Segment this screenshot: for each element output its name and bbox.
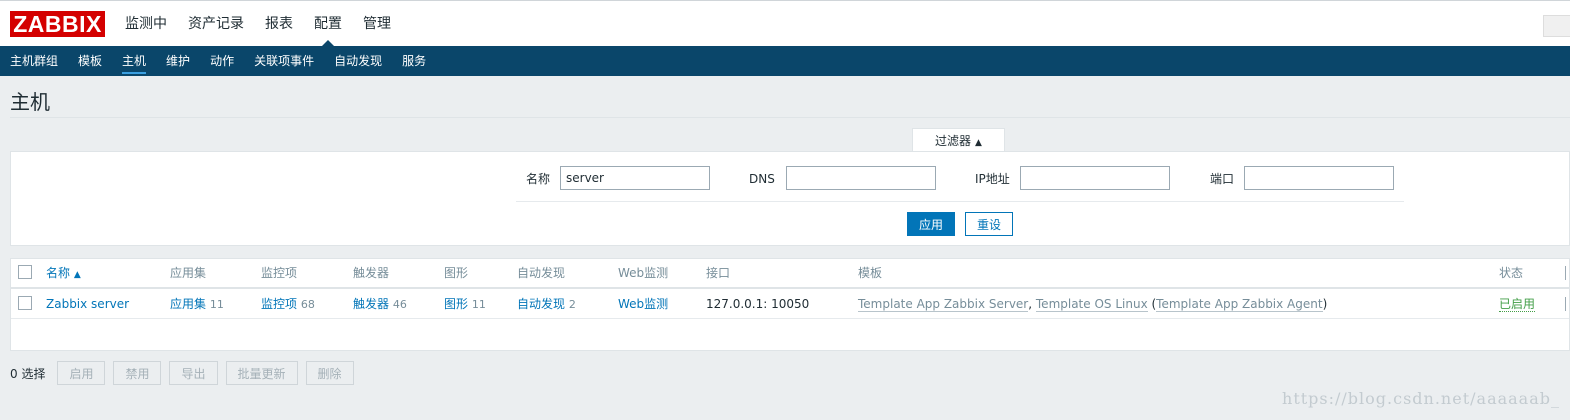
table-row: Zabbix server 应用集 11 监控项 68 触发器 46 图形 11…	[11, 289, 1569, 319]
menu-configuration[interactable]: 配置	[314, 1, 342, 47]
select-all-checkbox[interactable]	[18, 265, 32, 279]
host-name-link[interactable]: Zabbix server	[46, 297, 129, 311]
submenu-templates[interactable]: 模板	[68, 46, 112, 76]
column-graphs-header: 图形	[444, 266, 469, 280]
column-discovery-header: 自动发现	[517, 266, 566, 280]
template-separator: ,	[1028, 297, 1036, 311]
filter-dns-label: DNS	[749, 172, 775, 186]
filter-name-input[interactable]	[560, 166, 710, 190]
column-name-header[interactable]: 名称 ▲	[46, 266, 81, 282]
column-interface-header: 接口	[706, 266, 731, 280]
submenu-services[interactable]: 服务	[392, 46, 436, 76]
delete-button[interactable]: 删除	[305, 361, 354, 385]
disable-button[interactable]: 禁用	[113, 361, 162, 385]
watermark-text: https://blog.csdn.net/aaaaaab_	[1282, 389, 1560, 408]
filter-tab-label: 过滤器	[935, 134, 972, 148]
status-toggle-link[interactable]: 已启用	[1499, 297, 1536, 312]
sort-by-name-link[interactable]: 名称	[46, 266, 70, 280]
submenu-actions[interactable]: 动作	[200, 46, 244, 76]
filter-ip-input[interactable]	[1020, 166, 1170, 190]
filter-toggle-tab[interactable]: 过滤器 ▲	[912, 128, 1005, 152]
menu-monitoring[interactable]: 监测中	[125, 1, 167, 47]
cut-off-column-edge	[1565, 266, 1569, 280]
menu-inventory[interactable]: 资产记录	[188, 1, 244, 47]
submenu-host-groups[interactable]: 主机群组	[0, 46, 68, 76]
title-divider	[10, 117, 1570, 118]
reset-button[interactable]: 重设	[965, 212, 1013, 236]
submenu-hosts[interactable]: 主机	[112, 46, 156, 76]
discovery-link[interactable]: 自动发现	[517, 297, 565, 311]
search-box-edge[interactable]	[1543, 15, 1570, 37]
menu-administration[interactable]: 管理	[363, 1, 391, 47]
discovery-count: 2	[568, 298, 576, 311]
items-link[interactable]: 监控项	[261, 297, 297, 311]
menu-reports[interactable]: 报表	[265, 1, 293, 47]
top-header: ZABBIX 监测中 资产记录 报表 配置 管理	[0, 0, 1570, 47]
column-templates-header: 模板	[858, 266, 883, 280]
submenu-event-correlation[interactable]: 关联项事件	[244, 46, 324, 76]
mass-action-bar: 0 选择 启用 禁用 导出 批量更新 删除	[10, 361, 362, 385]
hosts-table: 名称 ▲ 应用集 监控项 触发器 图形 自动发现 Web监测 接口 模板 状态 …	[10, 258, 1570, 351]
graphs-count: 11	[471, 298, 486, 311]
template-paren-close: )	[1322, 297, 1328, 311]
interface-value: 127.0.0.1: 10050	[706, 297, 810, 311]
table-header: 名称 ▲ 应用集 监控项 触发器 图形 自动发现 Web监测 接口 模板 状态	[11, 259, 1569, 289]
submenu-discovery[interactable]: 自动发现	[324, 46, 392, 76]
column-applications-header: 应用集	[170, 266, 207, 280]
enable-button[interactable]: 启用	[57, 361, 106, 385]
column-web-header: Web监测	[618, 266, 669, 280]
apply-button[interactable]: 应用	[907, 212, 955, 236]
applications-count: 11	[209, 298, 224, 311]
filter-port-label: 端口	[1210, 172, 1235, 186]
submenu-maintenance[interactable]: 维护	[156, 46, 200, 76]
page-title: 主机	[10, 90, 50, 114]
column-items-header: 监控项	[261, 266, 298, 280]
filter-name-label: 名称	[526, 172, 551, 186]
triggers-count: 46	[392, 298, 407, 311]
export-button[interactable]: 导出	[169, 361, 218, 385]
mass-update-button[interactable]: 批量更新	[225, 361, 298, 385]
template-link[interactable]: Template App Zabbix Agent	[1156, 297, 1323, 312]
template-link[interactable]: Template OS Linux	[1035, 297, 1148, 312]
triangle-up-icon: ▲	[975, 138, 982, 148]
template-link[interactable]: Template App Zabbix Server	[858, 297, 1029, 312]
filter-divider	[516, 201, 1404, 202]
templates-cell: Template App Zabbix Server, Template OS …	[858, 297, 1328, 312]
cut-off-column-edge	[1565, 297, 1569, 311]
template-paren-open: (	[1147, 297, 1157, 311]
column-status-header[interactable]: 状态	[1499, 266, 1523, 280]
applications-link[interactable]: 应用集	[170, 297, 206, 311]
row-checkbox[interactable]	[18, 296, 32, 310]
graphs-link[interactable]: 图形	[444, 297, 468, 311]
filter-port-input[interactable]	[1244, 166, 1394, 190]
zabbix-logo[interactable]: ZABBIX	[10, 11, 105, 37]
filter-ip-label: IP地址	[975, 172, 1010, 186]
web-link[interactable]: Web监测	[618, 297, 668, 311]
filter-dns-input[interactable]	[786, 166, 936, 190]
column-triggers-header: 触发器	[353, 266, 390, 280]
filter-panel: 名称 DNS IP地址 端口 应用 重设	[10, 151, 1570, 246]
selected-count: 0 选择	[10, 366, 46, 381]
sort-up-icon: ▲	[73, 270, 81, 280]
items-count: 68	[300, 298, 315, 311]
main-menu: 监测中 资产记录 报表 配置 管理	[125, 1, 412, 47]
triggers-link[interactable]: 触发器	[353, 297, 389, 311]
sub-menu: 主机群组 模板 主机 维护 动作 关联项事件 自动发现 服务	[0, 46, 1570, 76]
